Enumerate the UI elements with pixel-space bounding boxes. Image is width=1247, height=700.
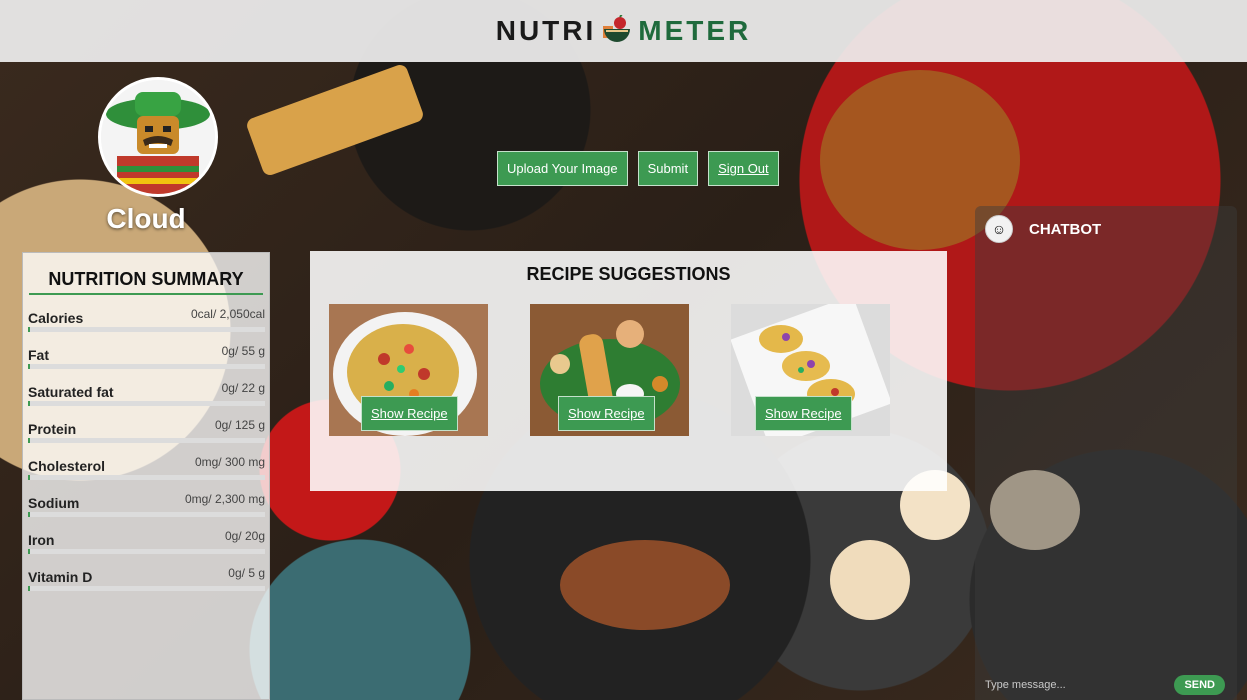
recipe-suggestions-panel: RECIPE SUGGESTIONS Show Recipe Show Reci… <box>310 251 947 491</box>
nutrition-row: Vitamin D 0g/ 5 g <box>28 554 265 591</box>
background-dish <box>244 62 426 178</box>
action-buttons: Upload Your Image Submit Sign Out <box>497 151 779 186</box>
show-recipe-button[interactable]: Show Recipe <box>558 396 655 431</box>
chat-message-input[interactable] <box>983 678 1175 692</box>
background-dish <box>560 540 730 630</box>
nutrition-list: Calories 0cal/ 2,050cal Fat 0g/ 55 g Saturat… <box>23 295 269 591</box>
sign-out-button[interactable]: Sign Out <box>708 151 779 186</box>
nutrition-summary-title: NUTRITION SUMMARY <box>29 269 263 295</box>
lego-mariachi-avatar-icon <box>101 80 215 194</box>
nutrient-name: Vitamin D <box>28 569 93 585</box>
nutrient-value: 0g/ 22 g <box>221 381 265 395</box>
nutrition-row: Iron 0g/ 20g <box>28 517 265 554</box>
background-dish <box>830 540 910 620</box>
nutrient-progress-bar <box>28 586 265 591</box>
chatbot-title: CHATBOT <box>1029 220 1102 238</box>
nutrient-value: 0g/ 5 g <box>228 566 265 580</box>
submit-button[interactable]: Submit <box>637 151 699 186</box>
nutrition-row: Calories 0cal/ 2,050cal <box>28 295 265 332</box>
show-recipe-button[interactable]: Show Recipe <box>361 396 458 431</box>
chatbot-panel: ☺ CHATBOT SEND <box>975 206 1237 700</box>
nutrient-value: 0g/ 55 g <box>221 344 265 358</box>
nutrient-value: 0mg/ 2,300 mg <box>184 492 265 506</box>
nutrient-name: Fat <box>28 347 49 363</box>
top-header: NUTRI METER <box>0 0 1247 62</box>
nutrition-row: Sodium 0mg/ 2,300 mg <box>28 480 265 517</box>
nutrient-name: Sodium <box>28 495 80 511</box>
nutrient-name: Protein <box>28 421 77 437</box>
chat-input-row: SEND <box>975 670 1237 700</box>
bowl-apple-icon <box>603 15 631 42</box>
nutrition-summary-panel: NUTRITION SUMMARY Calories 0cal/ 2,050cal… <box>22 252 270 700</box>
user-avatar[interactable] <box>98 77 218 197</box>
nutrition-row: Fat 0g/ 55 g <box>28 332 265 369</box>
upload-image-button[interactable]: Upload Your Image <box>497 151 628 186</box>
recipe-suggestions-title: RECIPE SUGGESTIONS <box>526 264 731 284</box>
nutrient-name: Cholesterol <box>28 458 106 474</box>
send-button[interactable]: SEND <box>1174 675 1225 695</box>
show-recipe-button[interactable]: Show Recipe <box>755 396 852 431</box>
nutrient-value: 0cal/ 2,050cal <box>190 307 265 321</box>
logo-text-meter: METER <box>638 15 752 46</box>
app-logo: NUTRI METER <box>496 15 752 47</box>
chef-robot-icon: ☺ <box>985 215 1013 243</box>
logo-text-nutri: NUTRI <box>495 15 597 46</box>
chatbot-header[interactable]: ☺ CHATBOT <box>975 206 1237 252</box>
nutrient-value: 0mg/ 300 mg <box>194 455 265 469</box>
nutrition-row: Saturated fat 0g/ 22 g <box>28 369 265 406</box>
nutrient-progress-fill <box>28 586 30 591</box>
nutrition-row: Protein 0g/ 125 g <box>28 406 265 443</box>
nutrient-value: 0g/ 20g <box>224 529 265 543</box>
nutrient-value: 0g/ 125 g <box>214 418 265 432</box>
nutrient-name: Iron <box>28 532 55 548</box>
nutrition-row: Cholesterol 0mg/ 300 mg <box>28 443 265 480</box>
username-label: Cloud <box>106 203 186 234</box>
nutrient-name: Calories <box>28 310 84 326</box>
nutrient-name: Saturated fat <box>28 384 114 400</box>
